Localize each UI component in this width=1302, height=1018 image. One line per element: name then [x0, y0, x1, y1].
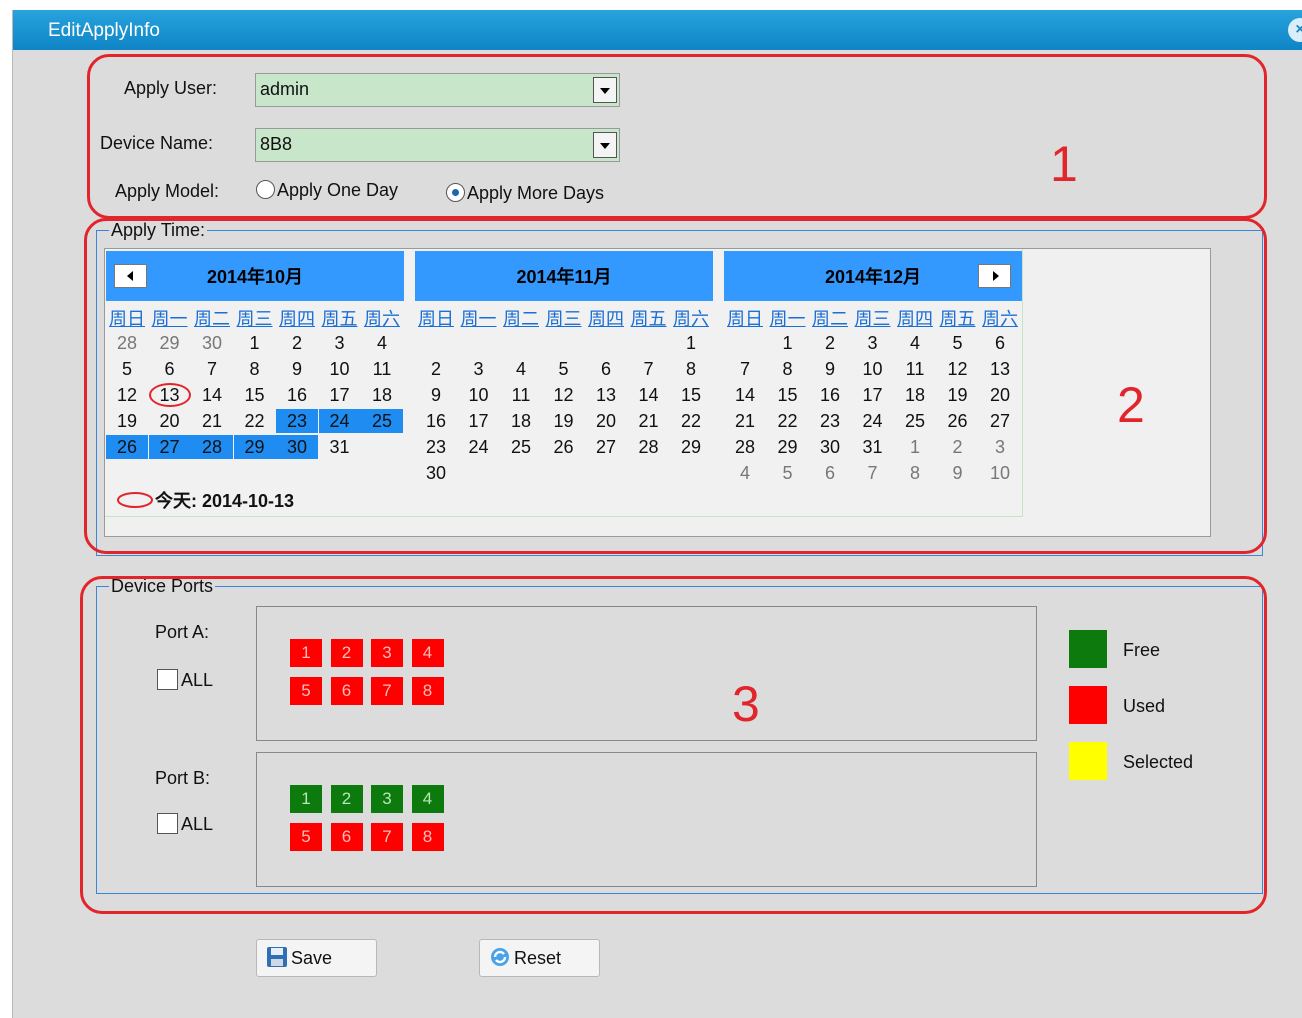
title-bar: EditApplyInfo — [13, 10, 1302, 50]
window-title: EditApplyInfo — [48, 20, 160, 41]
annotation-box-3 — [80, 576, 1267, 914]
annotation-number-3: 3 — [732, 676, 760, 732]
edit-apply-info-window: EditApplyInfo × Apply User: admin Device… — [12, 10, 1302, 1018]
reset-label: Reset — [514, 948, 562, 968]
save-button[interactable]: Save — [256, 939, 377, 977]
annotation-number-2: 2 — [1117, 377, 1145, 433]
save-label: Save — [291, 948, 333, 968]
reset-button[interactable]: Reset — [479, 939, 600, 977]
annotation-box-1 — [87, 54, 1267, 219]
annotation-box-2 — [84, 218, 1267, 554]
annotation-number-1: 1 — [1050, 136, 1078, 192]
refresh-icon — [491, 948, 509, 966]
floppy-disk-icon — [267, 947, 287, 967]
